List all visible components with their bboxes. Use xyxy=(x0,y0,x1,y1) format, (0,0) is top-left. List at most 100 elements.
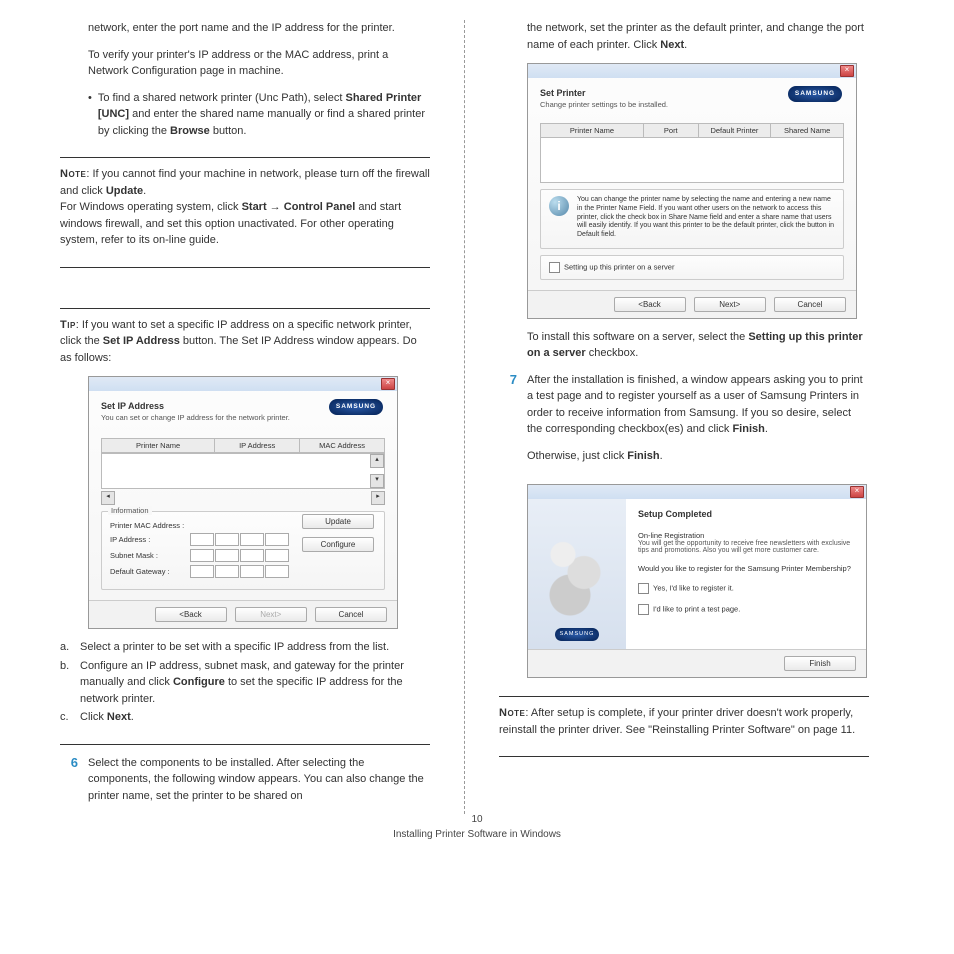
t: : After setup is complete, if your print… xyxy=(499,707,855,736)
t: To find a shared network printer (Unc Pa… xyxy=(98,92,346,104)
t: . xyxy=(660,450,663,462)
t: Next xyxy=(660,39,684,51)
scroll-down-icon[interactable]: ▾ xyxy=(370,474,384,488)
step-body: Select the components to be installed. A… xyxy=(88,755,430,805)
subnet-input[interactable] xyxy=(190,549,289,562)
configure-button[interactable]: Configure xyxy=(302,537,374,552)
col-mac-address: MAC Address xyxy=(300,439,385,453)
step-number: 6 xyxy=(60,755,78,805)
register-label: Yes, I'd like to register it. xyxy=(653,584,734,593)
info-text: You can change the printer name by selec… xyxy=(577,196,835,240)
lbl-mac: Printer MAC Address : xyxy=(110,521,190,530)
next-button[interactable]: Next> xyxy=(694,297,766,312)
t: Start xyxy=(242,201,267,213)
printer-listbox[interactable]: ▴ ▾ xyxy=(101,453,385,489)
info-box: i You can change the printer name by sel… xyxy=(540,189,844,249)
substeps: a. Select a printer to be set with a spec… xyxy=(60,639,430,726)
titlebar: × xyxy=(528,485,866,499)
titlebar: × xyxy=(528,64,856,78)
finish-button[interactable]: Finish xyxy=(784,656,856,671)
col-shared: Shared Name xyxy=(771,124,844,138)
step-body: After the installation is finished, a wi… xyxy=(527,372,869,475)
left-graphic-panel: SAMSUNG xyxy=(528,499,626,649)
membership-question: Would you like to register for the Samsu… xyxy=(638,564,854,573)
close-icon[interactable]: × xyxy=(850,486,864,498)
note-reinstall: Note: After setup is complete, if your p… xyxy=(499,705,869,738)
t: Otherwise, just click xyxy=(527,450,627,462)
t: and enter the shared name manually or fi… xyxy=(98,108,425,137)
t: Configure xyxy=(173,676,225,688)
t: After the installation is finished, a wi… xyxy=(527,374,863,436)
people-graphic xyxy=(542,532,612,622)
close-icon[interactable]: × xyxy=(381,378,395,390)
server-checkbox[interactable] xyxy=(549,262,560,273)
ip-table-header: Printer Name IP Address MAC Address xyxy=(101,438,385,453)
cancel-button[interactable]: Cancel xyxy=(774,297,846,312)
back-button[interactable]: <Back xyxy=(614,297,686,312)
step-number: 7 xyxy=(499,372,517,475)
cancel-button[interactable]: Cancel xyxy=(315,607,387,622)
t: . xyxy=(765,423,768,435)
rule xyxy=(499,696,869,697)
step-6: 6 Select the components to be installed.… xyxy=(60,755,430,805)
server-check-label: Setting up this printer on a server xyxy=(564,262,674,271)
scroll-left-icon[interactable]: ◂ xyxy=(101,491,115,505)
t: Finish xyxy=(732,423,764,435)
rule xyxy=(60,157,430,158)
t: Control Panel xyxy=(284,201,356,213)
page-footer: 10 Installing Printer Software in Window… xyxy=(0,812,954,842)
gateway-input[interactable] xyxy=(190,565,289,578)
para-network: network, enter the port name and the IP … xyxy=(88,20,430,37)
t: . xyxy=(131,711,134,723)
screenshot-setup-completed: × SAMSUNG Setup Completed On-line Regist… xyxy=(527,484,867,678)
ip-input[interactable] xyxy=(190,533,289,546)
register-checkbox[interactable] xyxy=(638,583,649,594)
col-ip-address: IP Address xyxy=(215,439,300,453)
t: button. xyxy=(210,125,247,137)
col-default: Default Printer xyxy=(698,124,771,138)
sub-a: Select a printer to be set with a specif… xyxy=(80,639,389,656)
online-reg-desc: You will get the opportunity to receive … xyxy=(638,540,854,554)
testpage-checkbox[interactable] xyxy=(638,604,649,615)
printer-list[interactable] xyxy=(540,138,844,183)
let-a: a. xyxy=(60,639,74,656)
step-7: 7 After the installation is finished, a … xyxy=(499,372,869,475)
let-c: c. xyxy=(60,709,74,726)
t: checkbox. xyxy=(586,347,639,359)
t: Next xyxy=(107,711,131,723)
dlg-title: Setup Completed xyxy=(638,509,854,519)
bullet-text: To find a shared network printer (Unc Pa… xyxy=(98,90,430,140)
scroll-right-icon[interactable]: ▸ xyxy=(371,491,385,505)
column-divider xyxy=(464,20,465,814)
t: Set IP Address xyxy=(103,335,180,347)
next-button[interactable]: Next> xyxy=(235,607,307,622)
screenshot-set-ip: × SAMSUNG Set IP Address You can set or … xyxy=(88,376,398,629)
bullet-shared-printer: • To find a shared network printer (Unc … xyxy=(88,90,430,140)
t: For Windows operating system, click xyxy=(60,201,242,213)
arrow: → xyxy=(267,201,284,213)
note-firewall: Note: If you cannot find your machine in… xyxy=(60,166,430,249)
t: . xyxy=(684,39,687,51)
back-button[interactable]: <Back xyxy=(155,607,227,622)
scroll-up-icon[interactable]: ▴ xyxy=(370,454,384,468)
para-verify: To verify your printer's IP address or t… xyxy=(88,47,430,80)
col-printer-name: Printer Name xyxy=(102,439,215,453)
lbl-subnet: Subnet Mask : xyxy=(110,551,190,560)
note-label: Note xyxy=(60,168,86,180)
note-label: Note xyxy=(499,707,525,719)
t: . xyxy=(143,185,146,197)
left-column: network, enter the port name and the IP … xyxy=(60,20,430,814)
t: the network, set the printer as the defa… xyxy=(527,22,864,51)
sub-b: Configure an IP address, subnet mask, an… xyxy=(80,658,430,708)
right-column: the network, set the printer as the defa… xyxy=(499,20,869,814)
close-icon[interactable]: × xyxy=(840,65,854,77)
para-server: To install this software on a server, se… xyxy=(527,329,869,362)
screenshot-set-printer: × SAMSUNG Set Printer Change printer set… xyxy=(527,63,857,319)
t: To install this software on a server, se… xyxy=(527,331,748,343)
update-button[interactable]: Update xyxy=(302,514,374,529)
t: Update xyxy=(106,185,143,197)
samsung-logo: SAMSUNG xyxy=(329,399,383,415)
samsung-logo: SAMSUNG xyxy=(788,86,842,102)
sub-c: Click Next. xyxy=(80,709,134,726)
tip-label: Tip xyxy=(60,319,76,331)
